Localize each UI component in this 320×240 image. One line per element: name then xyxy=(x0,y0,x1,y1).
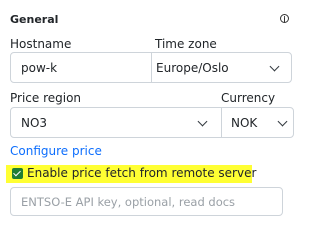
api-key-input[interactable] xyxy=(10,187,283,216)
timezone-value: Europe/Oslo xyxy=(156,61,229,75)
currency-select[interactable]: NOK xyxy=(221,107,294,138)
currency-label: Currency xyxy=(221,91,276,105)
chevron-down-icon xyxy=(269,61,280,72)
hostname-value: pow-k xyxy=(21,61,58,75)
configure-price-link[interactable]: Configure price xyxy=(10,144,102,158)
hostname-label: Hostname xyxy=(10,37,72,51)
price-region-value: NO3 xyxy=(21,116,48,130)
remote-fetch-label[interactable]: Enable price fetch from remote server xyxy=(27,166,256,180)
chevron-down-icon xyxy=(277,116,288,127)
general-settings-panel: General Hostname pow-k Time zone Europe/… xyxy=(0,0,294,222)
currency-value: NOK xyxy=(231,116,258,130)
hostname-field[interactable]: pow-k xyxy=(10,52,152,83)
section-title: General xyxy=(10,13,59,26)
chevron-down-icon xyxy=(197,116,208,127)
price-region-label: Price region xyxy=(10,91,82,105)
info-icon[interactable] xyxy=(280,14,289,23)
timezone-label: Time zone xyxy=(155,37,217,51)
price-region-select[interactable]: NO3 xyxy=(10,107,222,138)
remote-fetch-checkbox[interactable] xyxy=(12,168,23,179)
remote-fetch-row[interactable]: Enable price fetch from remote server xyxy=(6,165,256,183)
timezone-select[interactable]: Europe/Oslo xyxy=(151,52,292,83)
